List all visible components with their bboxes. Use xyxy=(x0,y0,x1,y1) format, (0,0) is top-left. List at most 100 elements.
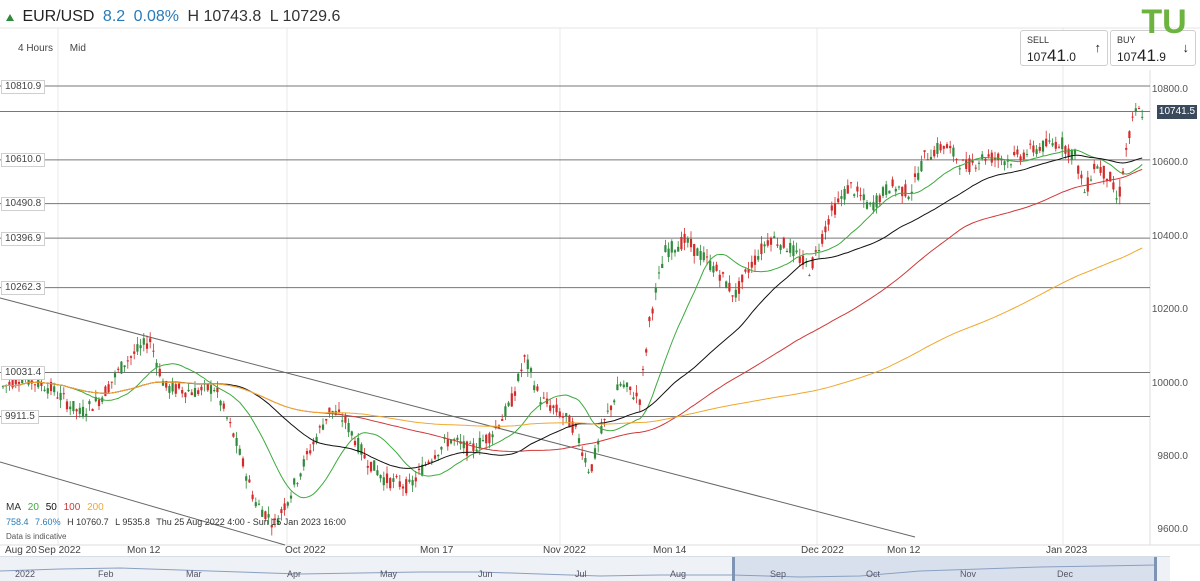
navigator-label: Oct xyxy=(866,569,881,579)
candle-body xyxy=(411,480,414,486)
candle-body xyxy=(213,389,216,392)
candle-body xyxy=(1035,149,1038,154)
candle-body xyxy=(158,368,161,377)
candle-body xyxy=(856,186,859,192)
symbol-name[interactable]: EUR/USD xyxy=(22,8,94,25)
candle-body xyxy=(389,478,392,489)
x-axis-label: Mon 12 xyxy=(887,545,921,556)
candle-body xyxy=(245,476,248,481)
candle-body xyxy=(257,503,261,505)
price-chart[interactable] xyxy=(0,0,1200,580)
candle-body xyxy=(1141,116,1144,118)
candle-body xyxy=(744,269,747,272)
candle-body xyxy=(808,275,811,277)
candle-body xyxy=(69,406,72,410)
candle-body xyxy=(405,479,408,494)
candle-body xyxy=(376,470,379,476)
candle-body xyxy=(987,154,990,157)
ma-200-label[interactable]: 200 xyxy=(87,502,104,513)
range-low: L 9535.8 xyxy=(115,517,150,527)
candle-body xyxy=(398,481,401,487)
candle-body xyxy=(190,392,193,396)
navigator-label: Feb xyxy=(98,569,114,579)
candle-body xyxy=(417,468,421,471)
candle-body xyxy=(117,368,120,370)
candle-body xyxy=(1073,149,1077,155)
candle-body xyxy=(299,473,302,477)
interval-selector[interactable]: 4 Hours xyxy=(18,43,53,54)
candle-body xyxy=(133,351,136,354)
navigator-selection[interactable] xyxy=(732,557,1157,581)
candle-body xyxy=(696,248,699,256)
candle-body xyxy=(321,424,325,430)
candle-body xyxy=(222,403,225,409)
candle-body xyxy=(33,384,37,386)
x-axis-label: Mon 12 xyxy=(127,545,161,556)
ma-100-label[interactable]: 100 xyxy=(64,502,81,513)
candle-body xyxy=(347,423,350,433)
candle-body xyxy=(702,252,705,261)
candle-body xyxy=(881,187,885,196)
candle-body xyxy=(977,162,981,164)
candle-body xyxy=(645,349,648,353)
candle-body xyxy=(382,477,385,486)
ma-label: MA xyxy=(6,502,21,513)
ma-50-label[interactable]: 50 xyxy=(46,502,57,513)
candle-body xyxy=(85,413,88,416)
x-axis-label: Oct 2022 xyxy=(285,545,326,556)
candle-body xyxy=(817,249,821,251)
ma-20-label[interactable]: 20 xyxy=(28,502,39,513)
y-axis-label: 9600.0 xyxy=(1157,524,1188,535)
candle-body xyxy=(680,236,683,250)
candle-body xyxy=(177,383,181,389)
candle-body xyxy=(1013,151,1016,156)
navigator-label: Apr xyxy=(287,569,302,579)
candle-body xyxy=(1137,108,1141,110)
candle-body xyxy=(1057,146,1061,148)
candle-body xyxy=(1131,116,1134,118)
candle-body xyxy=(885,184,888,195)
candle-body xyxy=(811,257,814,269)
candle-body xyxy=(197,390,200,395)
candle-body xyxy=(446,439,449,447)
sell-price-suffix: .0 xyxy=(1065,50,1076,64)
candle-body xyxy=(491,434,494,438)
candle-body xyxy=(469,442,472,444)
navigator-label: Sep xyxy=(770,569,787,579)
candle-body xyxy=(798,256,801,263)
candle-body xyxy=(510,393,513,407)
candle-body xyxy=(309,450,312,454)
candle-body xyxy=(1045,138,1048,147)
y-axis-label: 10200.0 xyxy=(1151,304,1188,315)
candle-body xyxy=(379,475,382,479)
candle-body xyxy=(865,202,869,209)
range-stats: 758.4 7.60% H 10760.7 L 9535.8 Thu 25 Au… xyxy=(6,517,350,527)
buy-price-big: 41 xyxy=(1137,46,1156,65)
candle-body xyxy=(737,281,741,294)
candle-body xyxy=(648,317,651,322)
y-axis-label: 10400.0 xyxy=(1151,231,1188,242)
candle-body xyxy=(149,338,152,343)
candle-body xyxy=(638,399,641,405)
candle-body xyxy=(8,381,11,385)
candle-body xyxy=(65,401,69,410)
navigator-label: 2022 xyxy=(15,569,36,579)
price-type-selector[interactable]: Mid xyxy=(70,43,86,54)
candle-body xyxy=(59,392,62,401)
candle-body xyxy=(904,184,907,197)
candle-body xyxy=(603,419,606,421)
candle-body xyxy=(984,158,987,161)
navigator-left-handle[interactable] xyxy=(732,557,735,581)
candle-body xyxy=(939,144,942,151)
sell-button[interactable]: SELL 10741.0 ↑ xyxy=(1020,30,1108,66)
candle-body xyxy=(408,479,411,482)
navigator-label: May xyxy=(380,569,398,579)
candle-body xyxy=(529,368,533,372)
candle-body xyxy=(449,439,453,444)
candle-body xyxy=(1070,149,1073,160)
navigator-right-handle[interactable] xyxy=(1154,557,1157,581)
trend-lines xyxy=(0,297,916,546)
candle-body xyxy=(715,264,718,271)
candle-body xyxy=(280,509,283,514)
candle-body xyxy=(875,195,878,208)
